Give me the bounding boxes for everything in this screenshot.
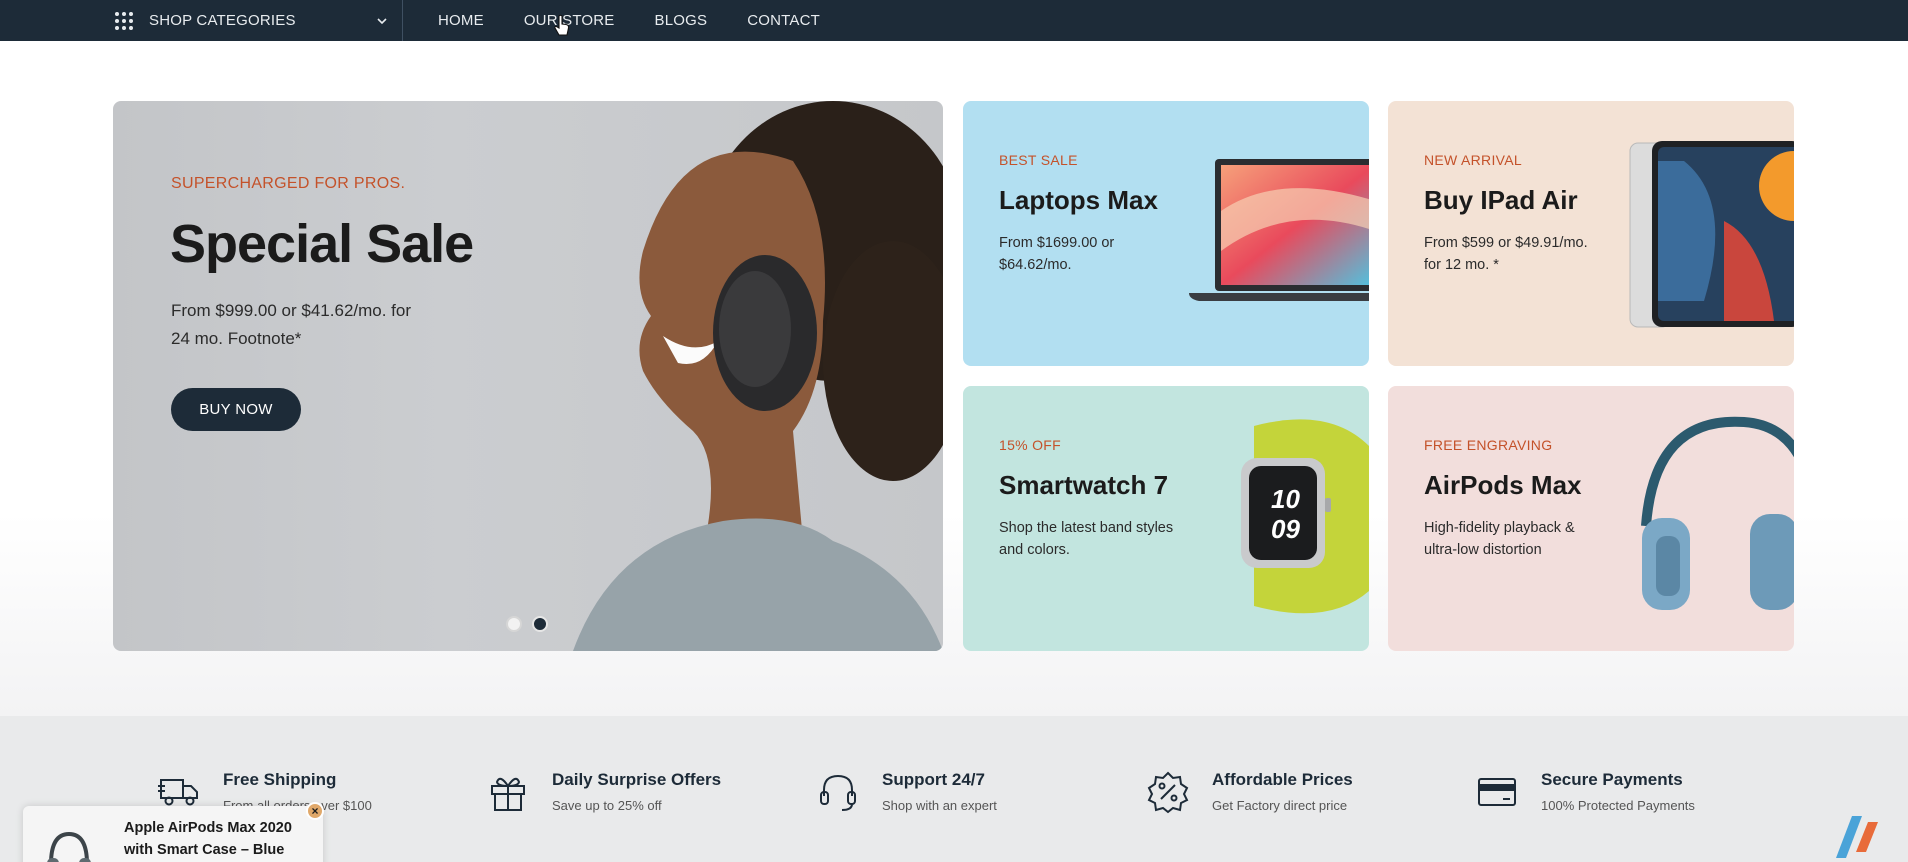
feature-title: Daily Surprise Offers [552,770,722,789]
svg-text:09: 09 [1271,514,1300,544]
card-description: From $599 or $49.91/mo. for 12 mo. * [1424,235,1588,273]
hero-title: Special Sale [170,214,474,274]
main-banner: SUPERCHARGED FOR PROS. Special Sale From… [113,101,943,651]
top-nav: SHOP CATEGORIES HOME OUR STORE BLOGS CON… [0,0,1908,41]
hand-cursor-icon [553,14,571,38]
main-menu: HOME OUR STORE BLOGS CONTACT [438,0,860,41]
feature-secure-payments: Secure Payments 100% Protected Payments [1475,770,1695,814]
card-description: High-fidelity playback & ultra-low disto… [1424,520,1575,558]
hero-description: From $999.00 or $41.62/mo. for 24 mo. Fo… [171,301,412,348]
feature-subtitle: Get Factory direct price [1212,798,1348,813]
card-eyebrow: FREE ENGRAVING [1424,437,1553,453]
shop-categories-label: SHOP CATEGORIES [149,12,296,29]
popup-product-title[interactable]: Apple AirPods Max 2020 with Smart Case –… [124,817,314,861]
feature-title: Secure Payments [1541,770,1683,789]
shop-categories-dropdown[interactable]: SHOP CATEGORIES [113,0,403,41]
card-title: AirPods Max [1424,470,1582,500]
card-eyebrow: BEST SALE [999,152,1078,168]
feature-title: Affordable Prices [1212,770,1353,789]
promo-card-ipad[interactable]: NEW ARRIVAL Buy IPad Air From $599 or $4… [1388,101,1794,366]
card-eyebrow: 15% OFF [999,437,1062,453]
hero-eyebrow: SUPERCHARGED FOR PROS. [171,175,406,192]
card-title: Smartwatch 7 [999,470,1169,500]
smartwatch-image: 10 09 [1241,419,1369,614]
card-eyebrow: NEW ARRIVAL [1424,152,1522,168]
ipad-image [1629,141,1794,328]
svg-text:10: 10 [1271,484,1300,514]
headset-icon [820,774,856,811]
chevron-down-icon [376,14,388,26]
carousel-dots [506,616,548,632]
carousel-dot-2[interactable] [532,616,548,632]
feature-subtitle: Shop with an expert [882,798,997,813]
airpods-max-image [1641,416,1794,610]
percent-badge-icon [1147,771,1189,814]
feature-affordable-prices: Affordable Prices Get Factory direct pri… [1146,770,1353,814]
buy-now-button[interactable]: BUY NOW [171,388,301,431]
corner-brand-logo [1836,816,1878,858]
nav-link-home[interactable]: HOME [438,12,484,29]
card-description: Shop the latest band styles and colors. [999,520,1174,558]
feature-subtitle: 100% Protected Payments [1541,798,1695,813]
carousel-dot-1[interactable] [506,616,522,632]
card-description: From $1699.00 or $64.62/mo. [999,235,1115,273]
grid-dots-icon [113,10,135,32]
airpods-thumbnail-image [47,831,91,862]
card-title: Buy IPad Air [1424,185,1578,215]
promo-card-laptops[interactable]: BEST SALE Laptops Max From $1699.00 or $… [963,101,1369,366]
nav-link-blogs[interactable]: BLOGS [655,12,708,29]
feature-subtitle: Save up to 25% off [552,798,662,813]
gift-icon [491,777,525,811]
close-icon[interactable]: × [306,802,324,820]
promo-card-smartwatch[interactable]: 15% OFF Smartwatch 7 Shop the latest ban… [963,386,1369,651]
woman-headphones-image [573,101,943,651]
nav-link-contact[interactable]: CONTACT [747,12,820,29]
laptop-image [1189,159,1369,301]
recent-purchase-popup[interactable]: Apple AirPods Max 2020 with Smart Case –… [23,802,324,862]
feature-daily-offers: Daily Surprise Offers Save up to 25% off [486,770,721,814]
feature-title: Support 24/7 [882,770,985,789]
card-title: Laptops Max [999,185,1158,215]
feature-title: Free Shipping [223,770,337,789]
credit-card-icon [1478,778,1516,806]
promo-card-airpods[interactable]: FREE ENGRAVING AirPods Max High-fidelity… [1388,386,1794,651]
feature-support: Support 24/7 Shop with an expert [816,770,997,814]
